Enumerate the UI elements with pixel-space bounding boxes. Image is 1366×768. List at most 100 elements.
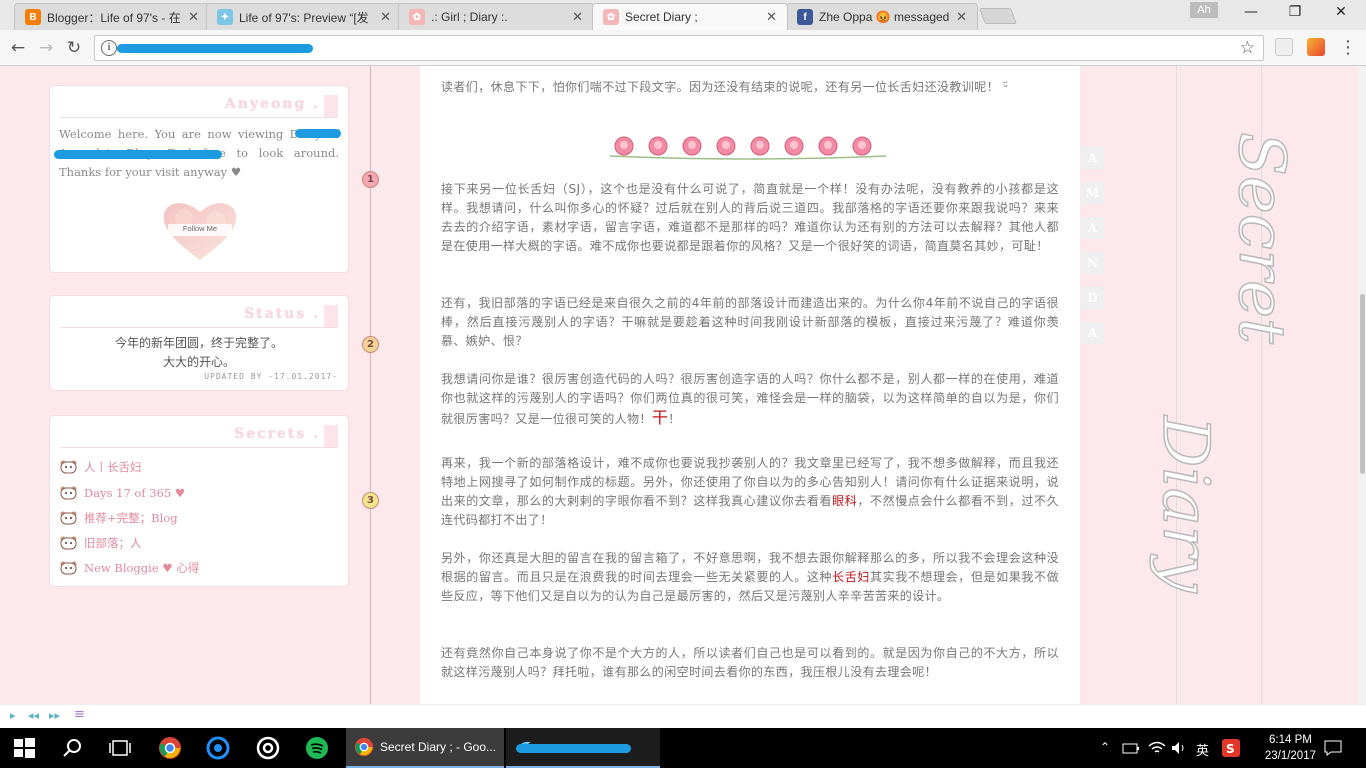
tab-facebook[interactable]: f Zhe Oppa 😡 messaged ✕ bbox=[786, 3, 978, 30]
minimize-button[interactable]: — bbox=[1228, 4, 1274, 24]
widget-title: Status . bbox=[244, 306, 320, 322]
notification-icon[interactable] bbox=[1324, 740, 1342, 756]
battery-icon[interactable] bbox=[1122, 741, 1140, 755]
reload-button[interactable]: ↻ bbox=[62, 37, 86, 59]
tab-title: Life of 97's: Preview “[发 bbox=[239, 10, 369, 25]
widget-tag bbox=[324, 305, 338, 327]
side-nav-letter[interactable]: D bbox=[1081, 287, 1104, 309]
camera-app-icon[interactable] bbox=[256, 736, 280, 760]
widget-title: Anyeong . bbox=[224, 96, 320, 112]
close-tab-icon[interactable]: ✕ bbox=[188, 9, 199, 25]
secret-link[interactable]: Days 17 of 365 ♥ bbox=[60, 483, 185, 503]
bear-icon bbox=[60, 561, 77, 575]
secret-label: 推荐+完整；Blog bbox=[84, 511, 178, 525]
secret-label: New Bloggie ♥ 心得 bbox=[84, 561, 200, 575]
secret-link[interactable]: 推荐+完整；Blog bbox=[60, 508, 178, 528]
flower-icon: ✿ bbox=[409, 9, 425, 25]
tray-chevron-icon[interactable]: ⌃ bbox=[1100, 740, 1110, 754]
nav-badge-2[interactable]: 2 bbox=[362, 336, 379, 353]
secret-label: 旧部落；人 bbox=[84, 536, 142, 550]
tab-strip: B Blogger：Life of 97's - 在 ✕ ✦ Life of 9… bbox=[0, 0, 1366, 30]
post-paragraph: 另外，你还真是大胆的留言在我的留言箱了，不好意思啊，我不想去跟你解释那么的多，所… bbox=[441, 549, 1059, 606]
extension-icon[interactable] bbox=[1307, 38, 1325, 56]
emphasis-text: 长舌妇 bbox=[832, 570, 870, 584]
sogou-ime-icon[interactable]: S bbox=[1222, 739, 1240, 757]
status-widget: Status . 今年的新年团圆，终于完整了。 大大的开心。 UPDATED B… bbox=[50, 296, 348, 390]
redaction-scribble bbox=[117, 44, 313, 53]
divider bbox=[370, 66, 371, 704]
search-icon[interactable] bbox=[60, 736, 84, 760]
tab-title: Secret Diary ; bbox=[625, 10, 698, 24]
tab-blogger[interactable]: B Blogger：Life of 97's - 在 ✕ bbox=[14, 3, 210, 30]
menu-icon[interactable]: ⋮ bbox=[1336, 37, 1360, 59]
play-icon[interactable]: ▸ bbox=[10, 709, 16, 722]
profile-badge[interactable]: Ah bbox=[1190, 2, 1218, 18]
divider bbox=[60, 117, 338, 118]
side-nav-letter[interactable]: A bbox=[1081, 147, 1104, 169]
info-icon[interactable]: i bbox=[101, 40, 117, 56]
tab-secret-diary[interactable]: ✿ Secret Diary ; ✕ bbox=[592, 3, 788, 30]
side-nav-letter[interactable]: A bbox=[1081, 217, 1104, 239]
close-tab-icon[interactable]: ✕ bbox=[380, 9, 391, 25]
forward-button[interactable]: → bbox=[34, 37, 58, 59]
secret-link[interactable]: 旧部落；人 bbox=[60, 533, 142, 553]
post-paragraph: 再来，我一个新的部落格设计，难不成你也要说我抄袭别人的？我文章里已经写了，我不想… bbox=[441, 454, 1059, 530]
address-bar[interactable]: i ☆ bbox=[94, 35, 1264, 61]
taskbar-paint-window[interactable] bbox=[506, 728, 660, 768]
status-line: 今年的新年团圆，终于完整了。 bbox=[114, 336, 283, 350]
windows-start-icon[interactable] bbox=[12, 736, 36, 760]
anyeong-widget: Anyeong . Welcome here. You are now view… bbox=[50, 86, 348, 272]
spotify-icon[interactable] bbox=[305, 736, 329, 760]
side-nav-letter[interactable]: N bbox=[1081, 252, 1104, 274]
post-text: ！ bbox=[668, 412, 681, 426]
close-tab-icon[interactable]: ✕ bbox=[766, 9, 777, 25]
follow-label: Follow Me bbox=[182, 224, 218, 233]
close-tab-icon[interactable]: ✕ bbox=[956, 9, 967, 25]
close-tab-icon[interactable]: ✕ bbox=[572, 9, 583, 25]
widget-tag bbox=[324, 95, 338, 117]
script-title-secret: Secret bbox=[1224, 132, 1298, 344]
taskbar-window-title: Secret Diary ; - Goo... bbox=[380, 740, 497, 754]
redaction-scribble bbox=[516, 744, 631, 753]
chrome-icon[interactable] bbox=[158, 736, 182, 760]
volume-icon[interactable] bbox=[1170, 740, 1188, 756]
tab-title: .: Girl ; Diary :. bbox=[431, 10, 508, 24]
secret-link[interactable]: 人丨长舌妇 bbox=[60, 457, 142, 477]
post-text: 我想请问你是谁？很厉害创造代码的人吗？很厉害创造字语的人吗？你什么都不是，别人都… bbox=[441, 372, 1059, 426]
prev-icon[interactable]: ◂◂ bbox=[28, 709, 39, 722]
tab-girl-diary[interactable]: ✿ .: Girl ; Diary :. ✕ bbox=[398, 3, 594, 30]
status-line: 大大的开心。 bbox=[162, 355, 235, 369]
side-nav-letter[interactable]: M bbox=[1081, 182, 1104, 204]
system-clock[interactable]: 6:14 PM 23/1/2017 bbox=[1265, 732, 1316, 764]
emphasis-text: 干 bbox=[651, 408, 669, 427]
browser-toolbar: ← → ↻ i ☆ ⋮ bbox=[0, 30, 1366, 66]
task-view-icon[interactable] bbox=[108, 736, 132, 760]
divider bbox=[60, 327, 338, 328]
next-icon[interactable]: ▸▸ bbox=[49, 709, 60, 722]
bear-icon bbox=[60, 460, 77, 474]
post-paragraph: 读者们，休息下下，怕你们喘不过下段文字。因为还没有结束的说呢，还有另一位长舌妇还… bbox=[441, 80, 1009, 94]
close-window-button[interactable]: ✕ bbox=[1318, 4, 1364, 24]
back-button[interactable]: ← bbox=[6, 37, 30, 59]
scrollbar-thumb[interactable] bbox=[1360, 294, 1365, 474]
taskbar-chrome-window[interactable]: Secret Diary ; - Goo... bbox=[346, 728, 504, 768]
bookmark-star-icon[interactable]: ☆ bbox=[1240, 38, 1255, 58]
post-body: 读者们，休息下下，怕你们喘不过下段文字。因为还没有结束的说呢，还有另一位长舌妇还… bbox=[420, 66, 1080, 704]
extension-icon[interactable] bbox=[1275, 38, 1293, 56]
nav-badge-1[interactable]: 1 bbox=[362, 171, 379, 188]
redaction-scribble bbox=[54, 150, 222, 159]
nav-badge-3[interactable]: 3 bbox=[362, 492, 379, 509]
browser-app-icon[interactable] bbox=[206, 736, 230, 760]
ime-indicator[interactable]: 英 bbox=[1196, 740, 1209, 759]
side-nav-letter[interactable]: A bbox=[1081, 322, 1104, 344]
tab-preview[interactable]: ✦ Life of 97's: Preview “[发 ✕ bbox=[206, 3, 402, 30]
tab-title: Zhe Oppa 😡 messaged bbox=[819, 10, 950, 24]
new-tab-button[interactable] bbox=[979, 8, 1017, 24]
rose-divider-icon bbox=[610, 136, 886, 160]
maximize-button[interactable]: ❐ bbox=[1272, 4, 1318, 24]
wifi-icon[interactable] bbox=[1148, 740, 1166, 756]
follow-me-button[interactable]: Follow Me bbox=[160, 198, 240, 264]
menu-lines-icon[interactable]: ≡ bbox=[74, 707, 85, 722]
secret-link[interactable]: New Bloggie ♥ 心得 bbox=[60, 558, 199, 578]
secret-label: Days 17 of 365 ♥ bbox=[84, 486, 186, 500]
